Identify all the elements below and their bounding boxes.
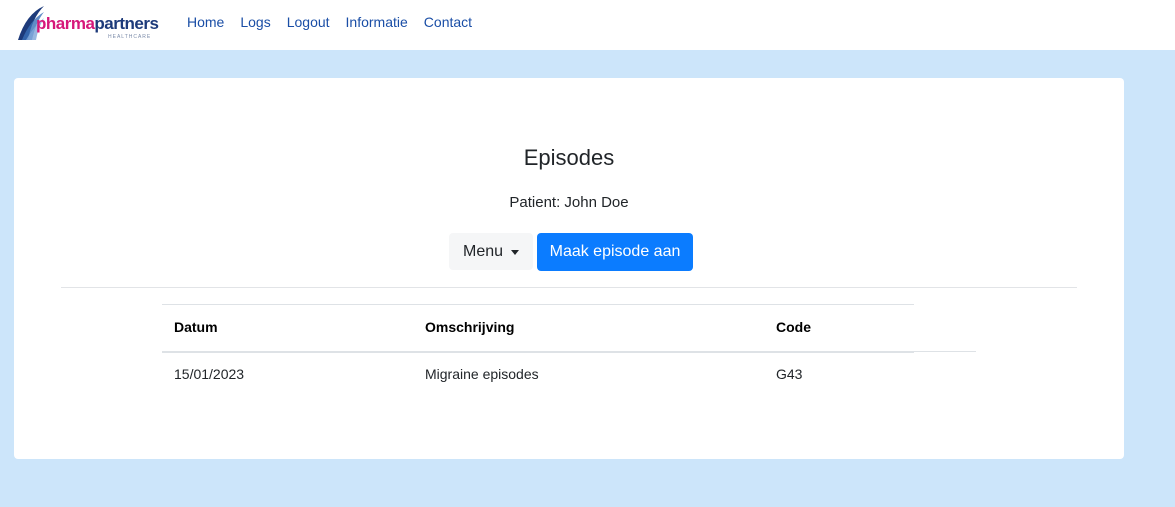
- table-row[interactable]: 15/01/2023 Migraine episodes G43: [162, 351, 976, 396]
- caret-down-icon: [511, 250, 520, 255]
- page-title: Episodes: [523, 145, 615, 170]
- cell-code: G43: [776, 366, 803, 382]
- column-header-code[interactable]: Code: [776, 319, 811, 335]
- cell-omschrijving: Migraine episodes: [425, 366, 539, 382]
- nav-links: Home Logs Logout Informatie Contact: [187, 14, 488, 30]
- menu-button-label: Menu: [462, 242, 504, 260]
- column-header-datum[interactable]: Datum: [174, 319, 218, 335]
- column-header-omschrijving[interactable]: Omschrijving: [425, 319, 514, 335]
- logo-partners-text: partners: [94, 14, 159, 33]
- create-episode-button[interactable]: Maak episode aan: [537, 233, 693, 271]
- nav-link-home[interactable]: Home: [187, 14, 224, 30]
- logo-wordmark: pharmapartners: [36, 14, 159, 34]
- table-header: Datum Omschrijving Code: [162, 304, 914, 353]
- nav-link-logout[interactable]: Logout: [287, 14, 330, 30]
- logo-subtitle: HEALTHCARE: [108, 34, 152, 40]
- pharmapartners-logo[interactable]: pharmapartners HEALTHCARE: [16, 4, 164, 44]
- logo-pharma-text: pharma: [36, 14, 95, 33]
- cell-datum: 15/01/2023: [174, 366, 245, 382]
- top-navbar: pharmapartners HEALTHCARE Home Logs Logo…: [0, 0, 1175, 50]
- menu-dropdown-button[interactable]: Menu: [449, 233, 533, 270]
- nav-link-logs[interactable]: Logs: [240, 14, 270, 30]
- nav-link-contact[interactable]: Contact: [424, 14, 472, 30]
- episodes-card: Episodes Patient: John Doe Menu Maak epi…: [14, 78, 1124, 459]
- patient-name: Patient: John Doe: [509, 194, 629, 211]
- section-divider: [61, 287, 1077, 288]
- nav-link-informatie[interactable]: Informatie: [346, 14, 408, 30]
